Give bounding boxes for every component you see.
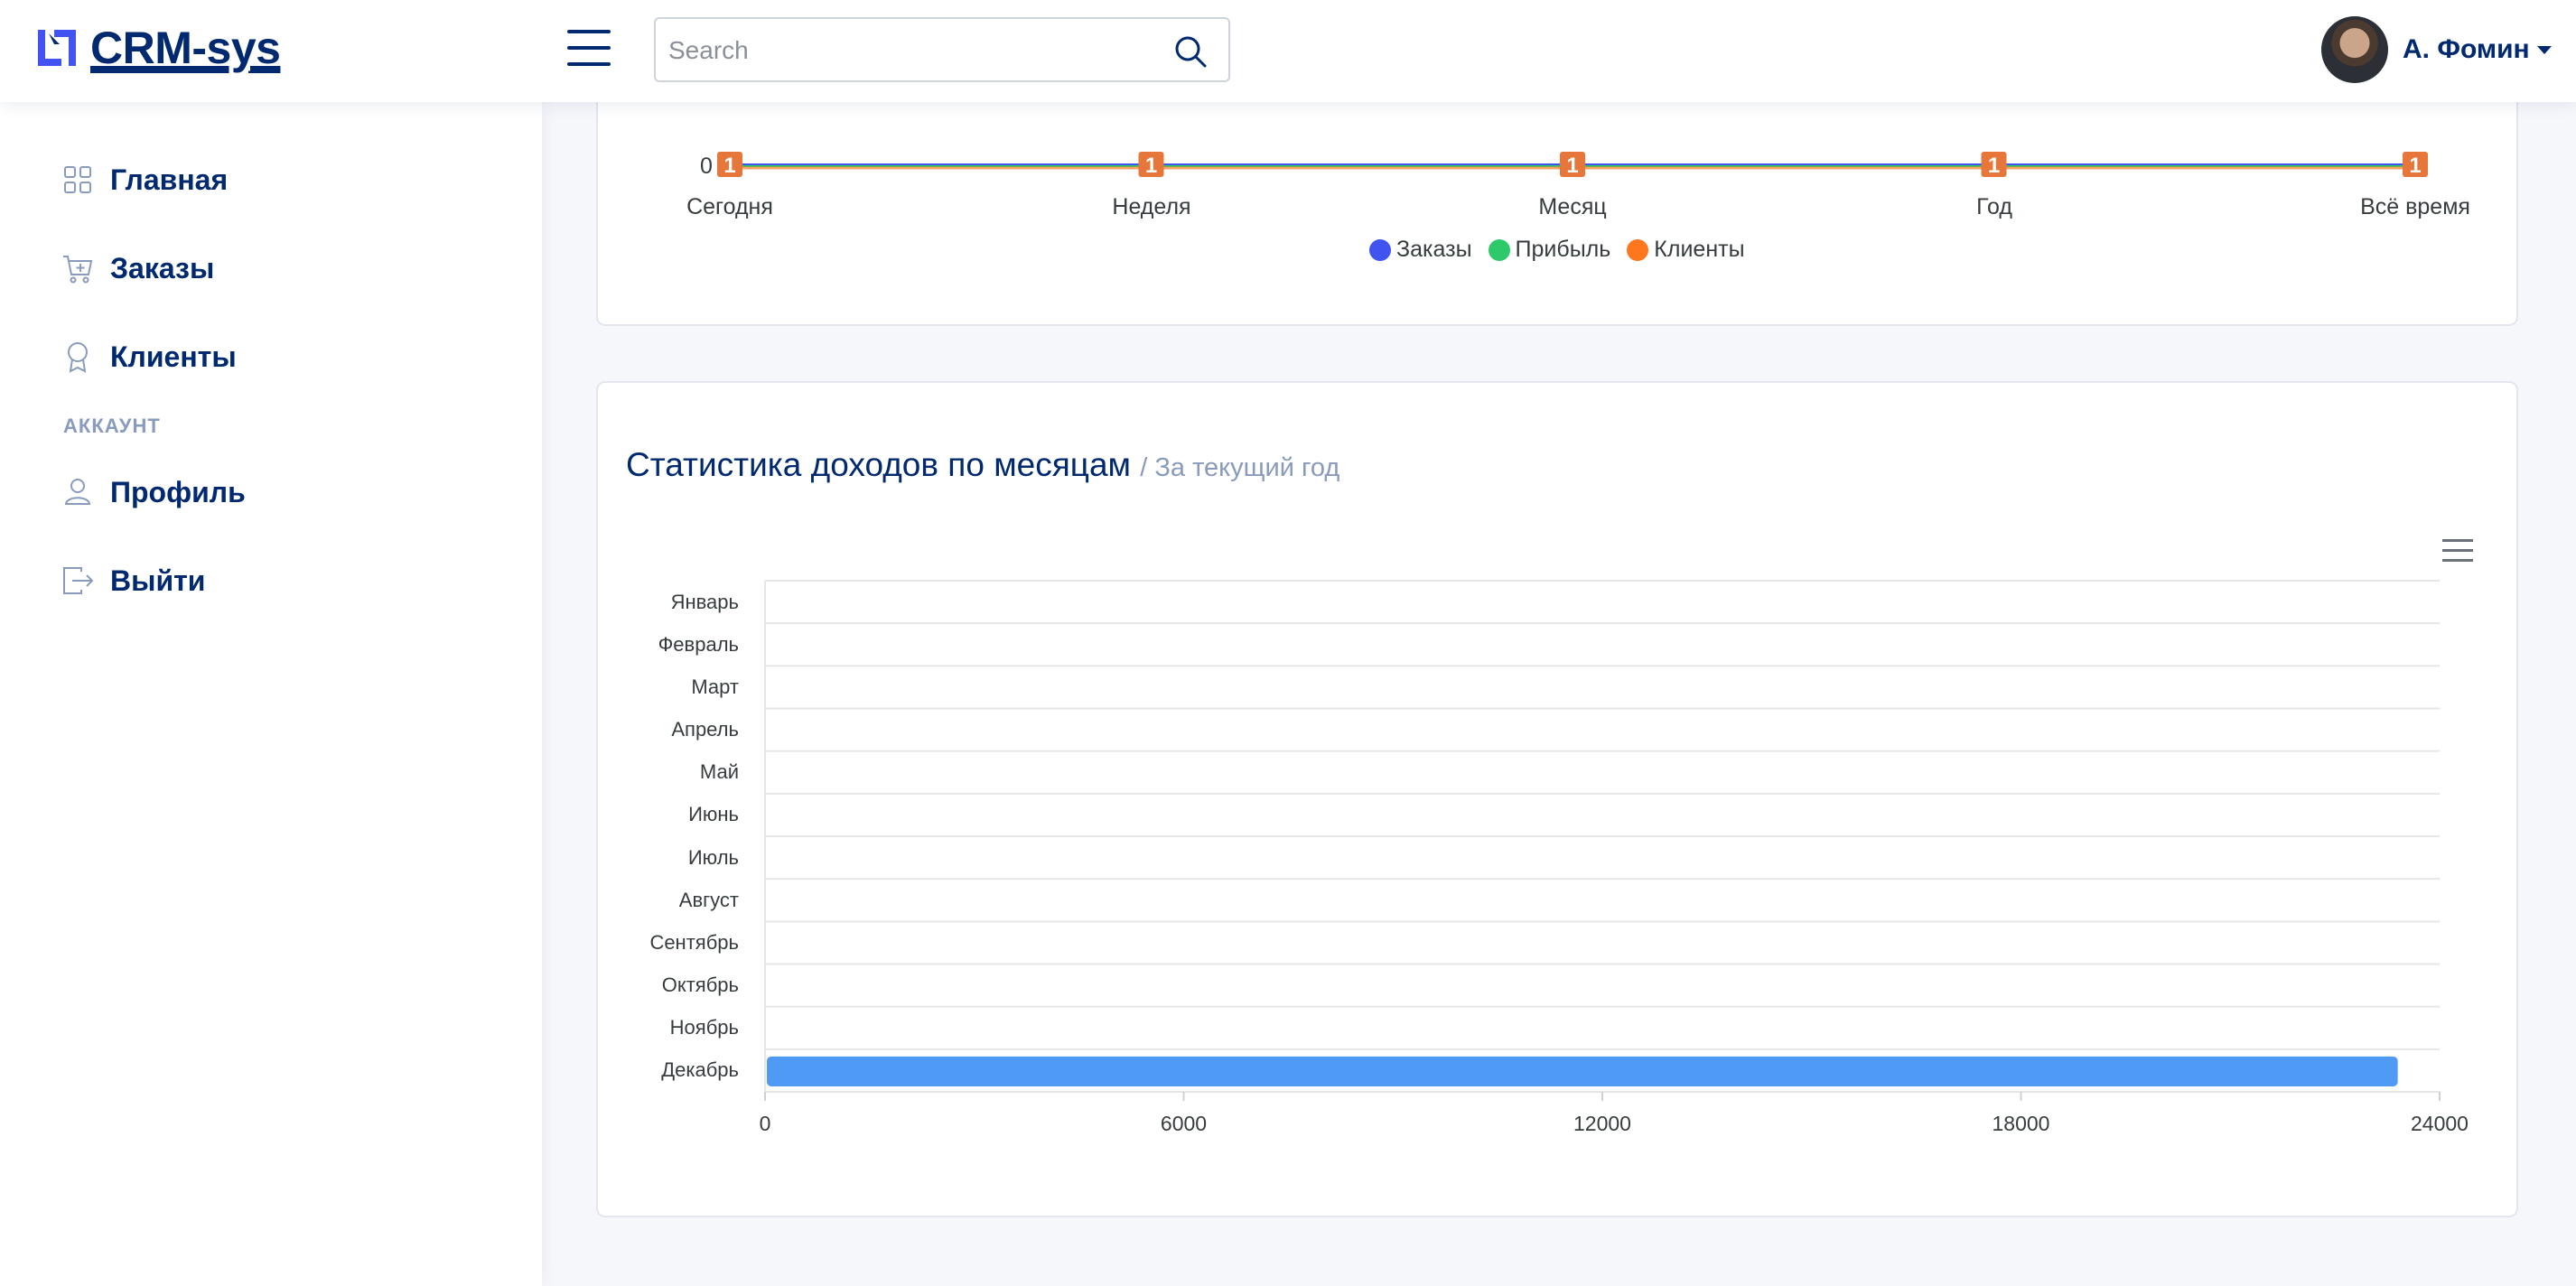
income-chart-card <box>596 381 2518 1217</box>
cart-plus-icon <box>63 256 93 284</box>
y-axis-label: Февраль <box>658 632 739 656</box>
sidebar-item-label: Главная <box>110 163 229 196</box>
profile-dropdown[interactable]: А. Фомин <box>2321 16 2552 83</box>
overview-y-zero-label: 0 <box>700 154 713 179</box>
overview-x-label: Сегодня <box>686 194 773 219</box>
card-title-text: Статистика доходов по месяцам <box>626 446 1131 483</box>
overview-x-label: Месяц <box>1538 194 1607 219</box>
sidebar-item-label: Выйти <box>110 564 206 597</box>
sidebar-toggle-button[interactable] <box>567 30 611 66</box>
avatar <box>2321 16 2388 83</box>
search-bar <box>654 17 1230 82</box>
award-icon <box>68 342 88 373</box>
logo-icon <box>38 30 76 66</box>
sidebar-item-label: Клиенты <box>110 340 237 373</box>
sidebar-item-home[interactable]: Главная <box>60 157 228 202</box>
legend-item-clients[interactable]: Клиенты <box>1627 237 1745 263</box>
y-axis-label: Март <box>691 675 739 698</box>
card-title: Статистика доходов по месяцам / За текущ… <box>626 446 1339 484</box>
sidebar-heading-account: АККАУНТ <box>63 415 161 437</box>
legend-label: Прибыль <box>1515 237 1611 262</box>
sidebar-item-label: Профиль <box>110 475 246 508</box>
overview-legend: Заказы Прибыль Клиенты <box>1369 237 1761 263</box>
legend-item-profit[interactable]: Прибыль <box>1488 237 1611 263</box>
x-axis-label: 18000 <box>1992 1112 2050 1135</box>
legend-item-orders[interactable]: Заказы <box>1369 237 1472 263</box>
overview-x-label: Неделя <box>1112 194 1191 219</box>
sidebar-item-clients[interactable]: Клиенты <box>60 334 237 379</box>
x-axis-label: 24000 <box>2411 1112 2469 1135</box>
search-icon[interactable] <box>1172 33 1209 70</box>
x-axis-label: 0 <box>759 1112 771 1135</box>
legend-label: Клиенты <box>1654 237 1745 262</box>
y-axis-label: Октябрь <box>661 974 739 997</box>
y-axis-label: Июнь <box>688 803 739 826</box>
logo-link[interactable]: CRM-sys <box>34 23 281 73</box>
legend-marker <box>1488 238 1510 261</box>
overview-x-label: Год <box>1976 194 2012 219</box>
search-input[interactable] <box>668 28 1156 73</box>
sidebar-item-profile[interactable]: Профиль <box>60 470 246 515</box>
y-axis-label: Январь <box>670 590 739 613</box>
legend-marker <box>1369 238 1391 261</box>
grid-icon <box>64 166 91 193</box>
x-axis-label: 12000 <box>1573 1112 1631 1135</box>
profile-name: А. Фомин <box>2403 34 2530 64</box>
top-header: CRM-sys А. Фомин <box>0 0 2576 102</box>
chevron-down-icon <box>2536 45 2552 54</box>
y-axis-label: Декабрь <box>661 1058 739 1082</box>
card-subtitle: / За текущий год <box>1140 453 1340 482</box>
sidebar-item-orders[interactable]: Заказы <box>60 246 214 291</box>
y-axis-label: Апрель <box>671 718 739 741</box>
box-arrow-right-icon <box>63 567 94 594</box>
overview-x-label: Всё время <box>2360 194 2470 219</box>
y-axis-label: Август <box>678 888 739 911</box>
chart-menu-icon[interactable] <box>2442 539 2473 564</box>
logo-text: CRM-sys <box>90 23 281 73</box>
y-axis-label: Ноябрь <box>669 1016 739 1039</box>
x-axis-label: 6000 <box>1160 1112 1208 1135</box>
legend-label: Заказы <box>1396 237 1472 262</box>
y-axis-label: Сентябрь <box>649 930 739 954</box>
legend-marker <box>1627 238 1649 261</box>
person-icon <box>64 479 91 505</box>
y-axis-label: Июль <box>687 845 739 869</box>
sidebar-item-logout[interactable]: Выйти <box>60 558 205 603</box>
sidebar-item-label: Заказы <box>110 251 215 284</box>
y-axis-label: Май <box>699 760 739 784</box>
